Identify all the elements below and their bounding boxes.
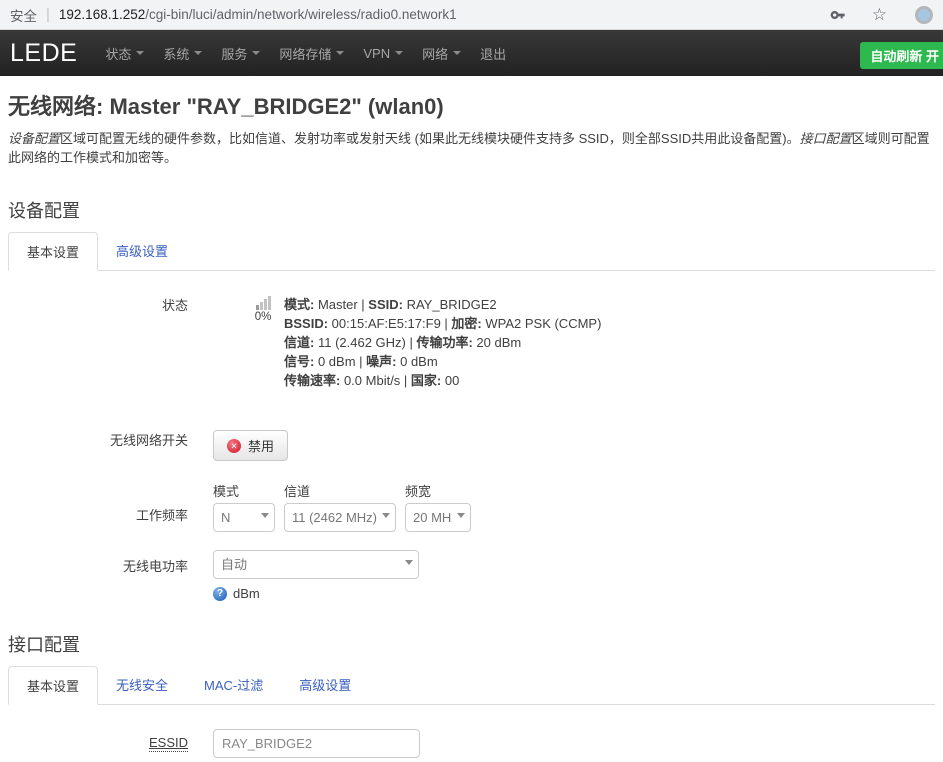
chevron-down-icon — [194, 51, 202, 55]
channel-select[interactable]: 11 (2462 MHz) — [284, 503, 396, 532]
url-divider: | — [46, 6, 50, 23]
device-config-heading: 设备配置 — [8, 197, 935, 223]
status-line: 模式: Master | SSID: RAY_BRIDGE2 — [284, 295, 601, 314]
tab-device-general[interactable]: 基本设置 — [8, 232, 98, 271]
tab-iface-general[interactable]: 基本设置 — [8, 666, 98, 705]
tab-iface-wireless-security[interactable]: 无线安全 — [98, 666, 186, 704]
status-line: 传输速率: 0.0 Mbit/s | 国家: 00 — [284, 371, 601, 390]
nav-item-logout[interactable]: 退出 — [480, 44, 506, 63]
device-config-tabs: 基本设置 高级设置 — [8, 232, 935, 271]
status-line: BSSID: 00:15:AF:E5:17:F9 | 加密: WPA2 PSK … — [284, 314, 601, 333]
nav-item-network[interactable]: 网络 — [422, 44, 461, 63]
disable-wireless-button[interactable]: ✕ 禁用 — [213, 430, 288, 461]
chevron-down-icon — [336, 51, 344, 55]
interface-config-heading: 接口配置 — [8, 631, 935, 657]
page-title: 无线网络: Master "RAY_BRIDGE2" (wlan0) — [8, 89, 935, 121]
signal-percent: 0% — [251, 311, 275, 323]
tx-power-unit: dBm — [233, 586, 260, 601]
essid-input[interactable] — [213, 729, 420, 758]
page-description: 设备配置区域可配置无线的硬件参数，比如信道、发射功率或发射天线 (如果此无线模块… — [8, 129, 935, 167]
wireless-status-details: 模式: Master | SSID: RAY_BRIDGE2 BSSID: 00… — [284, 295, 601, 390]
wireless-switch-label: 无线网络开关 — [8, 430, 213, 461]
nav-item-nas[interactable]: 网络存储 — [279, 44, 344, 63]
url-path: /cgi-bin/luci/admin/network/wireless/rad… — [145, 7, 456, 22]
interface-config-tabs: 基本设置 无线安全 MAC-过滤 高级设置 — [8, 666, 935, 705]
mode-select[interactable]: N — [213, 503, 275, 532]
disable-icon: ✕ — [227, 439, 241, 453]
operating-frequency-label: 工作频率 — [8, 481, 213, 532]
status-line: 信号: 0 dBm | 噪声: 0 dBm — [284, 352, 601, 371]
width-header: 频宽 — [405, 481, 471, 500]
status-line: 信道: 11 (2.462 GHz) | 传输功率: 20 dBm — [284, 333, 601, 352]
security-label: 安全 — [10, 5, 37, 25]
essid-row: ESSID — [8, 729, 935, 758]
nav-menu: 状态 系统 服务 网络存储 VPN 网络 退出 — [105, 44, 506, 63]
chevron-down-icon — [136, 51, 144, 55]
auto-refresh-toggle[interactable]: 自动刷新 开 — [860, 42, 943, 69]
width-select[interactable]: 20 MHz — [405, 503, 471, 532]
nav-item-status[interactable]: 状态 — [105, 44, 144, 63]
tab-iface-advanced[interactable]: 高级设置 — [281, 666, 369, 704]
wireless-switch-row: 无线网络开关 ✕ 禁用 — [8, 430, 935, 461]
nav-item-services[interactable]: 服务 — [221, 44, 260, 63]
tx-power-label: 无线电功率 — [8, 550, 213, 601]
tab-iface-mac-filter[interactable]: MAC-过滤 — [186, 666, 281, 704]
status-label: 状态 — [8, 295, 213, 390]
operating-frequency-row: 工作频率 模式 N 信道 11 (2462 MHz) — [8, 481, 935, 532]
tx-power-row: 无线电功率 自动 ? dBm — [8, 550, 935, 601]
mode-column: 模式 N — [213, 481, 275, 532]
chevron-down-icon — [252, 51, 260, 55]
width-column: 频宽 20 MHz — [405, 481, 471, 532]
status-row: 状态 0% 模式: Master | SSID: RAY_BRIDGE2 BSS… — [8, 295, 935, 390]
nav-item-vpn[interactable]: VPN — [363, 46, 403, 61]
bookmark-star-icon[interactable]: ☆ — [872, 6, 887, 23]
mode-header: 模式 — [213, 481, 275, 500]
url-host: 192.168.1.252 — [59, 7, 145, 22]
key-icon[interactable] — [830, 7, 846, 23]
tx-power-select[interactable]: 自动 — [213, 550, 419, 579]
channel-header: 信道 — [284, 481, 396, 500]
brand-logo[interactable]: LEDE — [10, 39, 77, 68]
help-icon: ? — [213, 587, 227, 601]
channel-column: 信道 11 (2462 MHz) — [284, 481, 396, 532]
chevron-down-icon — [395, 51, 403, 55]
essid-label: ESSID — [149, 735, 188, 752]
navbar: LEDE 状态 系统 服务 网络存储 VPN 网络 退出 自动刷新 开 — [0, 30, 943, 76]
signal-strength-icon: 0% — [251, 295, 275, 390]
chevron-down-icon — [453, 51, 461, 55]
browser-address-bar[interactable]: 安全 | 192.168.1.252/cgi-bin/luci/admin/ne… — [0, 0, 943, 30]
tab-device-advanced[interactable]: 高级设置 — [98, 232, 186, 270]
nav-item-system[interactable]: 系统 — [163, 44, 202, 63]
page-content: 无线网络: Master "RAY_BRIDGE2" (wlan0) 设备配置区… — [0, 89, 943, 758]
browser-profile-avatar[interactable] — [915, 6, 933, 24]
